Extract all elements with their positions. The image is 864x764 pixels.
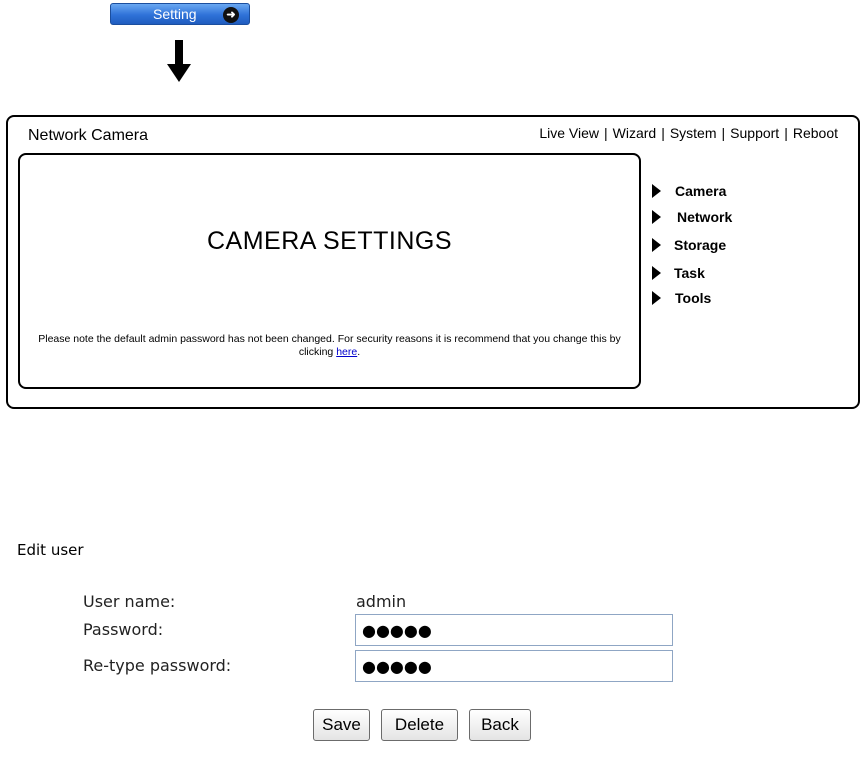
edit-user-title: Edit user — [17, 541, 84, 559]
nav-separator: | — [603, 125, 608, 141]
change-password-link[interactable]: here — [336, 346, 357, 358]
password-label: Password: — [83, 620, 164, 639]
setting-button[interactable]: Setting ➜ — [110, 3, 250, 25]
notice-text: Please note the default admin password h… — [38, 333, 621, 358]
nav-support[interactable]: Support — [730, 125, 779, 141]
nav-separator: | — [784, 125, 788, 141]
setting-button-label: Setting — [153, 6, 197, 22]
app-title: Network Camera — [28, 127, 149, 144]
save-button[interactable]: Save — [313, 709, 370, 741]
content-panel: CAMERA SETTINGS Please note the default … — [18, 153, 641, 389]
delete-button[interactable]: Delete — [381, 709, 458, 741]
triangle-right-icon — [652, 291, 661, 305]
nav-system[interactable]: System — [670, 125, 717, 141]
side-menu-label: Network — [677, 209, 733, 225]
page-heading: CAMERA SETTINGS — [206, 227, 453, 255]
side-menu-task[interactable]: Task — [652, 265, 705, 281]
notice-end: . — [357, 346, 361, 358]
side-menu-label: Tools — [675, 290, 712, 306]
triangle-right-icon — [652, 184, 661, 198]
top-nav: Live View | Wizard | System | Support | … — [539, 125, 838, 141]
nav-separator: | — [721, 125, 726, 141]
password-notice: Please note the default admin password h… — [36, 333, 623, 359]
side-menu-label: Camera — [675, 183, 727, 199]
password-field[interactable] — [355, 614, 673, 646]
nav-separator: | — [661, 125, 665, 141]
down-arrow-icon — [167, 40, 191, 82]
nav-reboot[interactable]: Reboot — [793, 125, 838, 141]
back-button[interactable]: Back — [469, 709, 531, 741]
triangle-right-icon — [652, 266, 661, 280]
side-menu-storage[interactable]: Storage — [652, 237, 726, 253]
username-value: admin — [356, 592, 407, 611]
username-label: User name: — [83, 592, 176, 611]
retype-password-label: Re-type password: — [83, 656, 232, 675]
triangle-right-icon — [652, 238, 661, 252]
camera-settings-window: Network Camera Live View | Wizard | Syst… — [6, 115, 860, 409]
side-menu-camera[interactable]: Camera — [652, 183, 726, 199]
side-menu-label: Storage — [674, 237, 727, 253]
triangle-right-icon — [652, 210, 661, 224]
arrow-right-circle-icon: ➜ — [223, 7, 239, 23]
side-menu-network[interactable]: Network — [652, 209, 732, 225]
nav-live-view[interactable]: Live View — [539, 125, 599, 141]
side-menu-label: Task — [674, 265, 705, 281]
retype-password-field[interactable] — [355, 650, 673, 682]
nav-wizard[interactable]: Wizard — [613, 125, 657, 141]
side-menu-tools[interactable]: Tools — [652, 290, 711, 306]
